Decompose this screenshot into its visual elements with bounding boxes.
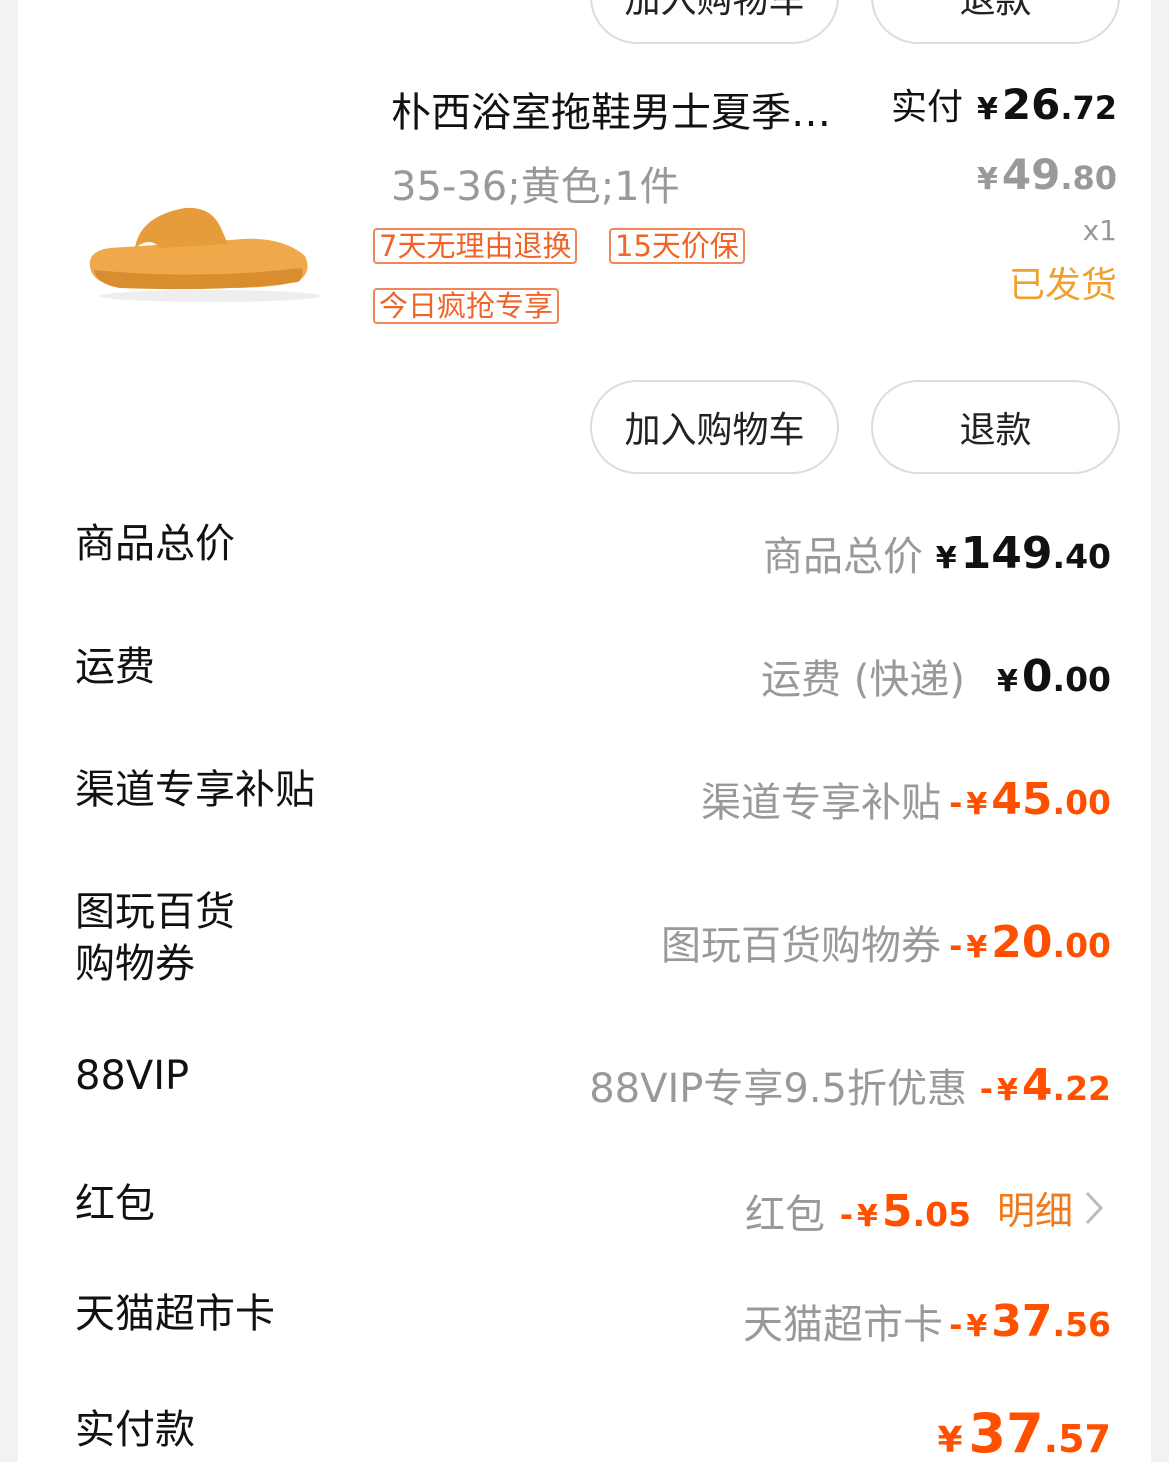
minus-sign: - <box>839 1196 854 1234</box>
amount-int: 4 <box>1021 1060 1053 1111</box>
yen-sign: ¥ <box>935 541 957 576</box>
summary-label-coupon: 图玩百货 购物券 <box>75 886 235 990</box>
add-to-cart-button-prev[interactable]: 加入购物车 <box>590 0 839 44</box>
product-sku: 35-36;黄色;1件 <box>391 164 680 210</box>
paid-dec: .72 <box>1060 89 1117 127</box>
amount-int: 0 <box>1021 651 1053 702</box>
minus-sign: - <box>949 927 963 965</box>
yen-sign: ¥ <box>857 1199 878 1234</box>
orig-yen: ¥ <box>976 162 998 197</box>
tag-flash-sale: 今日疯抢专享 <box>373 288 560 324</box>
refund-label: 退款 <box>959 410 1032 451</box>
paid-int: 26 <box>1001 80 1061 129</box>
product-image[interactable] <box>80 196 340 306</box>
summary-amount-88vip: - ¥ 4 .22 <box>980 1060 1111 1111</box>
summary-desc-goods-total: 商品总价 <box>763 534 923 580</box>
summary-label-shipping: 运费 <box>75 644 155 690</box>
chevron-right-icon <box>1085 1191 1104 1224</box>
summary-desc-tmall-card: 天猫超市卡 <box>743 1302 943 1348</box>
refund-button-prev[interactable]: 退款 <box>871 0 1120 44</box>
amount-dec: .00 <box>1052 660 1111 699</box>
minus-sign: - <box>949 1306 963 1344</box>
amount-int: 20 <box>991 917 1053 968</box>
yen-sign: ¥ <box>997 664 1018 699</box>
amount-dec: .00 <box>1052 783 1111 822</box>
summary-label-goods-total: 商品总价 <box>75 521 235 567</box>
orig-dec: .80 <box>1060 159 1117 197</box>
amount-dec: .40 <box>1052 537 1111 576</box>
summary-amount-tmall-card: - ¥ 37 .56 <box>949 1296 1111 1347</box>
amount-dec: .57 <box>1043 1417 1111 1461</box>
summary-amount-total-paid: ¥ 37 .57 <box>937 1402 1111 1462</box>
refund-label: 退款 <box>959 0 1032 21</box>
summary-label-channel-subsidy: 渠道专享补贴 <box>75 767 315 813</box>
order-card: 加入购物车 退款 朴西浴室拖鞋男士夏季… 实付 ¥ 26 .72 35-36;黄… <box>18 0 1151 1462</box>
summary-amount-red-packet: - ¥ 5 .05 <box>840 1186 971 1237</box>
minus-sign: - <box>979 1070 994 1108</box>
yen-sign: ¥ <box>997 1073 1018 1108</box>
minus-sign: - <box>949 784 963 822</box>
summary-desc-channel-subsidy: 渠道专享补贴 <box>701 780 941 826</box>
summary-desc-shipping: 运费 (快递) <box>761 657 965 703</box>
amount-int: 5 <box>881 1186 913 1237</box>
amount-int: 149 <box>960 528 1053 579</box>
yen-sign: ¥ <box>966 1309 988 1344</box>
amount-int: 37 <box>991 1296 1053 1347</box>
add-to-cart-label: 加入购物车 <box>624 410 805 451</box>
amount-dec: .56 <box>1052 1305 1111 1344</box>
summary-amount-coupon: - ¥ 20 .00 <box>949 917 1111 968</box>
quantity: x1 <box>1082 214 1117 247</box>
coupon-label-line1: 图玩百货 <box>75 889 235 935</box>
amount-dec: .22 <box>1052 1069 1111 1108</box>
add-to-cart-label: 加入购物车 <box>624 0 805 21</box>
yen-sign: ¥ <box>966 930 988 965</box>
paid-label: 实付 <box>890 87 963 128</box>
refund-button[interactable]: 退款 <box>871 380 1120 474</box>
summary-amount-channel-subsidy: - ¥ 45 .00 <box>949 774 1111 825</box>
detail-label: 明细 <box>996 1189 1073 1233</box>
summary-amount-shipping: ¥ 0 .00 <box>997 651 1111 702</box>
shipping-status: 已发货 <box>1008 265 1117 306</box>
summary-label-tmall-card: 天猫超市卡 <box>75 1291 275 1337</box>
tag-price-protect: 15天价保 <box>609 228 745 264</box>
amount-dec: .05 <box>912 1195 971 1234</box>
summary-desc-red-packet: 红包 <box>745 1192 825 1238</box>
summary-amount-goods-total: ¥ 149 .40 <box>936 528 1111 579</box>
product-title[interactable]: 朴西浴室拖鞋男士夏季… <box>391 80 831 138</box>
summary-label-88vip: 88VIP <box>75 1053 190 1099</box>
summary-desc-88vip: 88VIP专享9.5折优惠 <box>589 1066 967 1112</box>
coupon-label-line2: 购物券 <box>75 941 195 987</box>
tag-no-reason-return: 7天无理由退换 <box>373 228 578 264</box>
paid-price: 实付 ¥ 26 .72 <box>891 78 1117 130</box>
yen-sign: ¥ <box>966 787 988 822</box>
amount-dec: .00 <box>1052 926 1111 965</box>
add-to-cart-button[interactable]: 加入购物车 <box>590 380 839 474</box>
paid-yen: ¥ <box>976 92 998 127</box>
red-packet-detail-link[interactable]: 明细 <box>997 1180 1105 1235</box>
orig-int: 49 <box>1001 150 1061 199</box>
summary-label-total-paid: 实付款 <box>75 1407 195 1453</box>
summary-label-red-packet: 红包 <box>75 1181 155 1227</box>
original-price: ¥ 49 .80 <box>977 150 1117 199</box>
summary-desc-coupon: 图玩百货购物券 <box>661 923 941 969</box>
amount-int: 45 <box>991 774 1053 825</box>
amount-int: 37 <box>968 1402 1044 1462</box>
slipper-icon <box>89 207 320 302</box>
yen-sign: ¥ <box>937 1420 963 1461</box>
